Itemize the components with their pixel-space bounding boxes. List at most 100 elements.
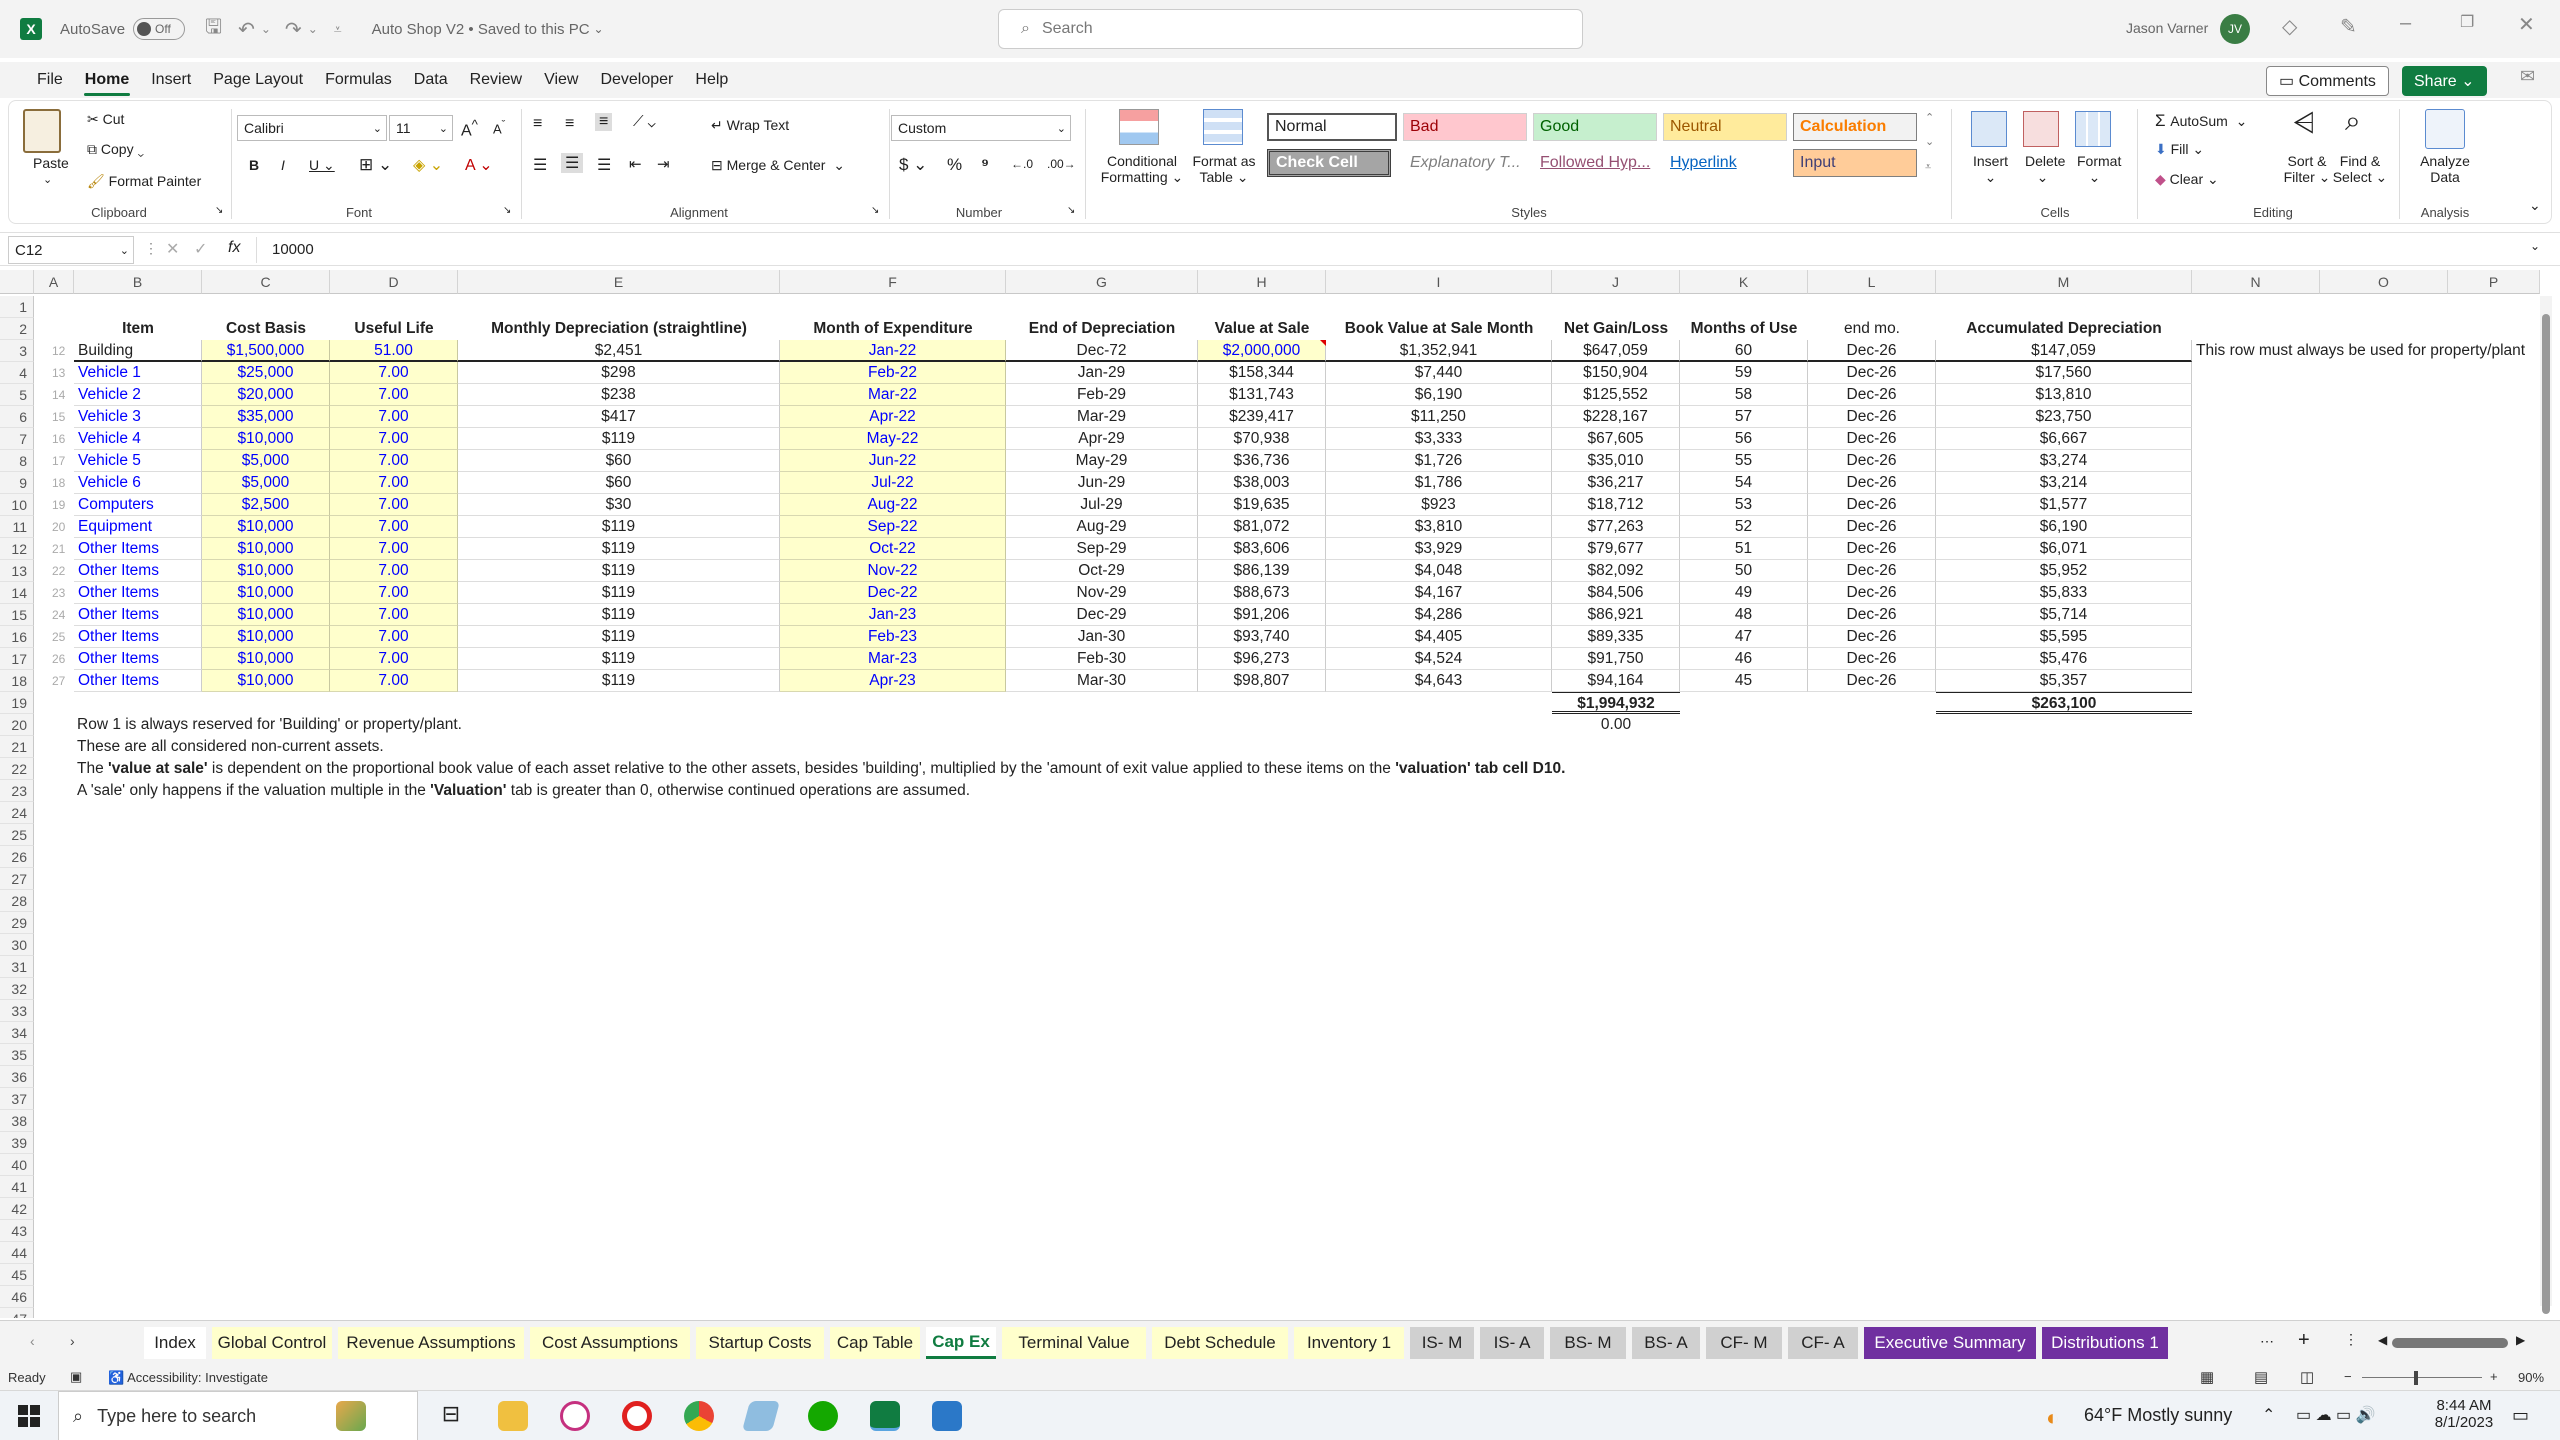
monthly-depreciation-cell[interactable]: $2,451 xyxy=(458,340,780,362)
share-button[interactable]: Share ⌄ xyxy=(2402,66,2487,96)
useful-life-cell[interactable]: 7.00 xyxy=(330,384,458,406)
end-month-cell[interactable]: Dec-26 xyxy=(1808,582,1936,604)
row-header[interactable]: 35 xyxy=(0,1044,34,1066)
sheet-tab-debt-schedule[interactable]: Debt Schedule xyxy=(1152,1327,1288,1359)
wrap-text-button[interactable]: ↵ Wrap Text xyxy=(711,117,789,134)
table-row-item[interactable]: Vehicle 4 xyxy=(74,428,202,450)
book-value-cell[interactable]: $1,352,941 xyxy=(1326,340,1552,362)
more-sheets-icon[interactable]: ⋯ xyxy=(2260,1333,2274,1350)
column-header[interactable]: H xyxy=(1198,270,1326,294)
useful-life-cell[interactable]: 7.00 xyxy=(330,494,458,516)
months-of-use-cell[interactable]: 59 xyxy=(1680,362,1808,384)
format-cells-button[interactable]: Format ⌄ xyxy=(2077,153,2121,186)
cut-button[interactable]: ✂ Cut xyxy=(87,111,124,128)
value-at-sale-cell[interactable]: $83,606 xyxy=(1198,538,1326,560)
page-break-view-icon[interactable]: ◫ xyxy=(2300,1368,2314,1386)
row-header[interactable]: 27 xyxy=(0,868,34,890)
net-gain-cell[interactable]: $125,552 xyxy=(1552,384,1680,406)
month-expenditure-cell[interactable]: Aug-22 xyxy=(780,494,1006,516)
tab-view[interactable]: View xyxy=(533,62,589,98)
net-gain-cell[interactable]: $86,921 xyxy=(1552,604,1680,626)
end-depreciation-cell[interactable]: Apr-29 xyxy=(1006,428,1198,450)
row-index-cell[interactable]: 15 xyxy=(34,406,74,428)
row-header[interactable]: 5 xyxy=(0,384,34,406)
cost-basis-cell[interactable]: $10,000 xyxy=(202,538,330,560)
end-depreciation-cell[interactable]: May-29 xyxy=(1006,450,1198,472)
net-gain-cell[interactable]: $82,092 xyxy=(1552,560,1680,582)
value-at-sale-cell[interactable]: $38,003 xyxy=(1198,472,1326,494)
sheet-tab-index[interactable]: Index xyxy=(144,1327,206,1359)
gallery-more-icon[interactable]: ⩡ xyxy=(1925,161,1931,174)
check-value[interactable]: 0.00 xyxy=(1552,714,1680,736)
row-header[interactable]: 26 xyxy=(0,846,34,868)
style-hyperlink[interactable]: Hyperlink xyxy=(1663,149,1787,177)
book-value-cell[interactable]: $923 xyxy=(1326,494,1552,516)
cost-basis-cell[interactable]: $10,000 xyxy=(202,560,330,582)
align-top-icon[interactable]: ≡ xyxy=(533,115,542,133)
fill-button[interactable]: ⬇ Fill ⌄ xyxy=(2155,141,2204,158)
accumulated-depreciation-cell[interactable]: $1,577 xyxy=(1936,494,2192,516)
monthly-depreciation-cell[interactable]: $119 xyxy=(458,648,780,670)
cost-basis-cell[interactable]: $5,000 xyxy=(202,450,330,472)
row-header[interactable]: 44 xyxy=(0,1242,34,1264)
monthly-depreciation-cell[interactable]: $30 xyxy=(458,494,780,516)
cost-basis-cell[interactable]: $10,000 xyxy=(202,516,330,538)
row-header[interactable]: 47 xyxy=(0,1308,34,1318)
align-left-icon[interactable]: ☰ xyxy=(533,155,547,175)
column-title[interactable]: Item xyxy=(74,318,202,340)
row-header[interactable]: 15 xyxy=(0,604,34,626)
snipping-tool-icon[interactable] xyxy=(560,1401,590,1431)
scroll-left-icon[interactable]: ◀ xyxy=(2378,1333,2387,1347)
restore-icon[interactable]: ❐ xyxy=(2460,12,2474,32)
row-header[interactable]: 23 xyxy=(0,780,34,802)
table-row-item[interactable]: Vehicle 6 xyxy=(74,472,202,494)
row-index-cell[interactable]: 24 xyxy=(34,604,74,626)
tray-icons[interactable]: ▭ ☁ ▭ 🔊 xyxy=(2296,1405,2376,1425)
month-expenditure-cell[interactable]: Jan-23 xyxy=(780,604,1006,626)
useful-life-cell[interactable]: 7.00 xyxy=(330,648,458,670)
column-title[interactable]: Book Value at Sale Month xyxy=(1326,318,1552,340)
sheet-tab-is-m[interactable]: IS- M xyxy=(1410,1327,1474,1359)
zoom-out-icon[interactable]: − xyxy=(2344,1369,2352,1384)
note-text[interactable]: The 'value at sale' is dependent on the … xyxy=(74,758,1674,780)
photos-icon[interactable] xyxy=(932,1401,962,1431)
row-header[interactable]: 16 xyxy=(0,626,34,648)
tab-insert[interactable]: Insert xyxy=(140,62,202,98)
macro-record-icon[interactable]: ▣ xyxy=(70,1369,82,1385)
month-expenditure-cell[interactable]: Jan-22 xyxy=(780,340,1006,362)
column-header[interactable]: P xyxy=(2448,270,2540,294)
customize-qat-icon[interactable]: ⩡ xyxy=(334,21,342,38)
windows-start-icon[interactable] xyxy=(18,1405,40,1427)
months-of-use-cell[interactable]: 54 xyxy=(1680,472,1808,494)
end-depreciation-cell[interactable]: Jun-29 xyxy=(1006,472,1198,494)
row-index-cell[interactable]: 18 xyxy=(34,472,74,494)
month-expenditure-cell[interactable]: Mar-22 xyxy=(780,384,1006,406)
insert-cells-button[interactable]: Insert ⌄ xyxy=(1973,153,2008,186)
table-row-item[interactable]: Vehicle 1 xyxy=(74,362,202,384)
zoom-slider-handle[interactable] xyxy=(2414,1371,2418,1385)
net-gain-cell[interactable]: $91,750 xyxy=(1552,648,1680,670)
column-title[interactable]: Cost Basis xyxy=(202,318,330,340)
end-month-cell[interactable]: Dec-26 xyxy=(1808,516,1936,538)
tray-chevron-icon[interactable]: ⌃ xyxy=(2262,1405,2275,1425)
zoom-level[interactable]: 90% xyxy=(2518,1370,2544,1385)
row-index-cell[interactable]: 26 xyxy=(34,648,74,670)
row-header[interactable]: 17 xyxy=(0,648,34,670)
monthly-depreciation-cell[interactable]: $119 xyxy=(458,516,780,538)
end-month-cell[interactable]: Dec-26 xyxy=(1808,604,1936,626)
total-accumulated[interactable]: $263,100 xyxy=(1936,692,2192,714)
end-month-cell[interactable]: Dec-26 xyxy=(1808,648,1936,670)
opera-icon[interactable] xyxy=(622,1401,652,1431)
value-at-sale-cell[interactable]: $93,740 xyxy=(1198,626,1326,648)
notification-icon[interactable]: ▭ xyxy=(2512,1405,2529,1426)
ribbon-pin-icon[interactable]: ✉ xyxy=(2520,66,2535,87)
month-expenditure-cell[interactable]: Apr-23 xyxy=(780,670,1006,692)
style-bad[interactable]: Bad xyxy=(1403,113,1527,141)
note-text[interactable]: These are all considered non-current ass… xyxy=(74,736,874,758)
tab-data[interactable]: Data xyxy=(403,62,459,98)
row-header[interactable]: 1 xyxy=(0,296,34,318)
month-expenditure-cell[interactable]: Dec-22 xyxy=(780,582,1006,604)
end-depreciation-cell[interactable]: Nov-29 xyxy=(1006,582,1198,604)
table-row-item[interactable]: Vehicle 2 xyxy=(74,384,202,406)
monthly-depreciation-cell[interactable]: $119 xyxy=(458,582,780,604)
